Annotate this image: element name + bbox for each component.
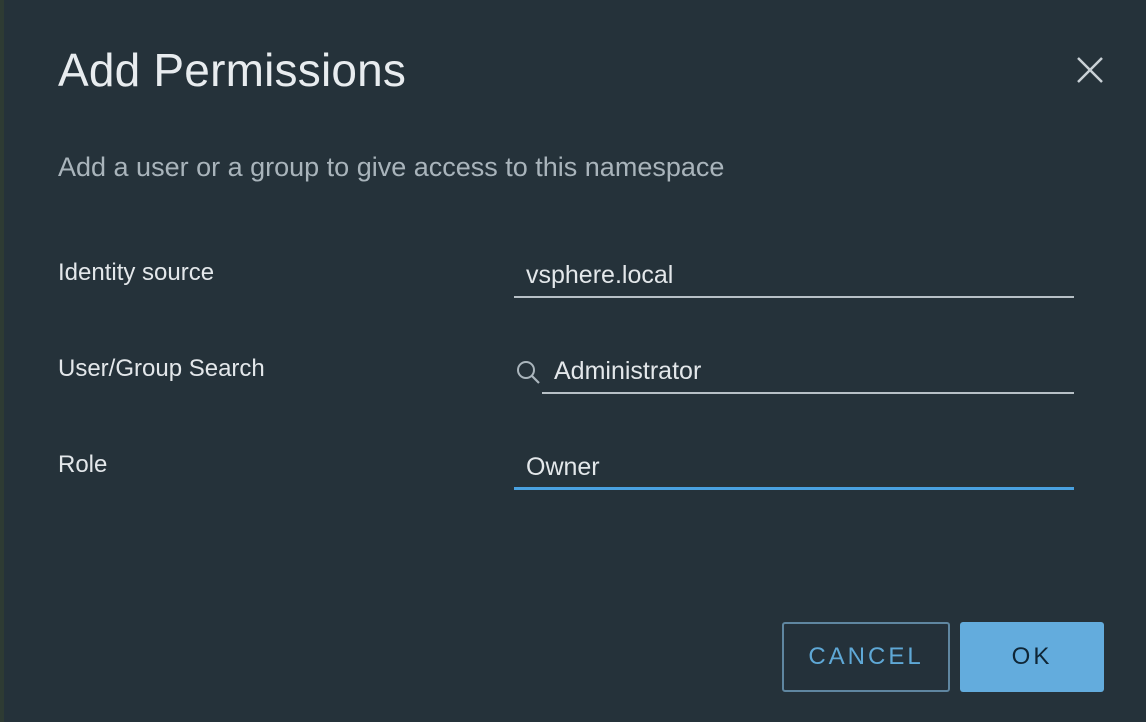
role-value: Owner	[526, 453, 600, 481]
close-icon	[1077, 57, 1103, 83]
dialog-subtitle: Add a user or a group to give access to …	[58, 152, 725, 182]
user-group-search-label: User/Group Search	[58, 355, 265, 382]
dialog-title: Add Permissions	[58, 44, 407, 96]
cancel-button[interactable]: CANCEL	[782, 622, 950, 692]
identity-source-underline	[514, 296, 1074, 298]
user-group-search-input[interactable]: Administrator	[514, 348, 1074, 394]
role-underline	[514, 487, 1074, 490]
close-button[interactable]	[1070, 50, 1110, 90]
user-group-search-value: Administrator	[554, 357, 702, 385]
identity-source-field[interactable]: vsphere.local	[514, 252, 1074, 298]
role-select[interactable]: Owner	[514, 444, 1074, 490]
add-permissions-dialog: Add Permissions Add a user or a group to…	[4, 0, 1146, 722]
role-label: Role	[58, 451, 108, 478]
ok-button[interactable]: OK	[960, 622, 1104, 692]
search-icon	[517, 361, 540, 384]
identity-source-label: Identity source	[58, 259, 215, 286]
identity-source-value: vsphere.local	[526, 261, 674, 289]
user-group-search-underline	[542, 392, 1074, 394]
